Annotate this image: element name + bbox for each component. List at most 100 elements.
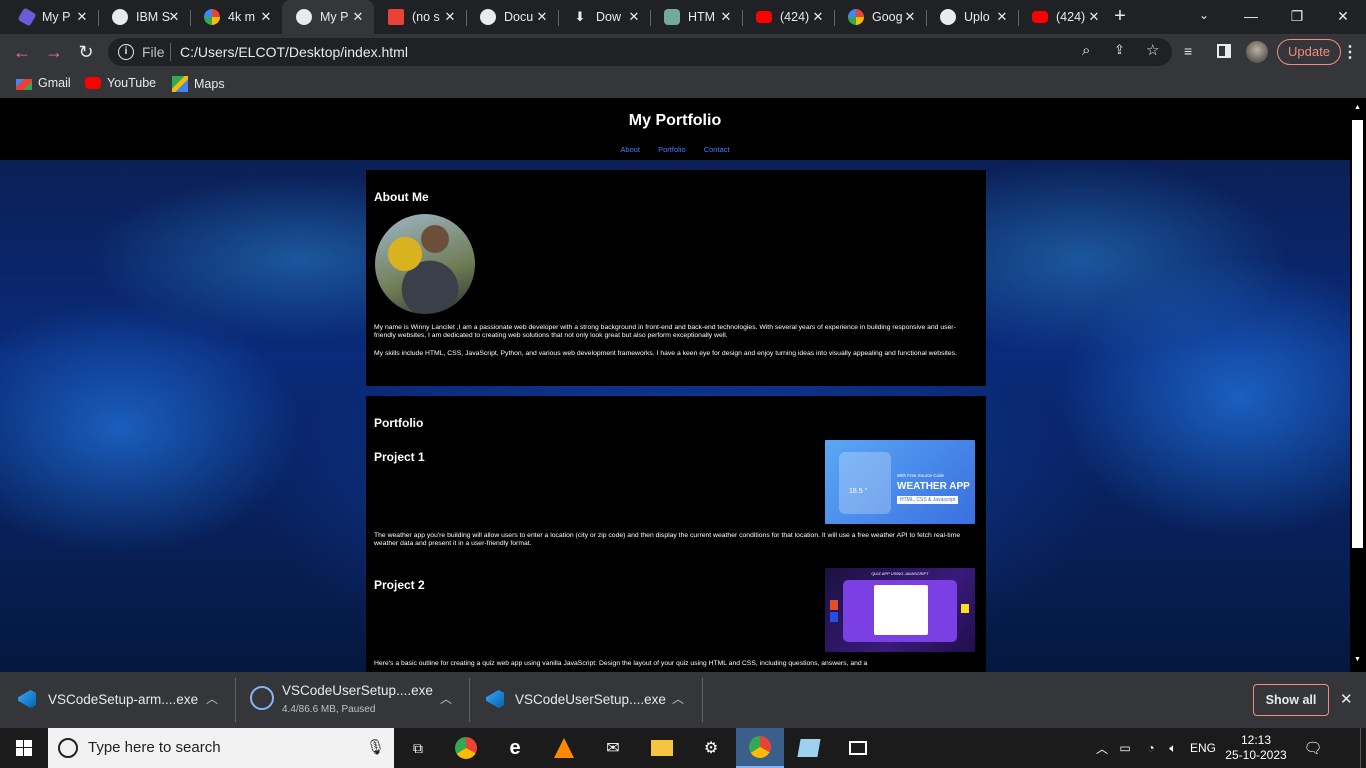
page-scrollbar[interactable]: ▲ ▼ [1350,98,1366,672]
tab-2[interactable]: 4k m ✕ [190,0,282,34]
chrome-icon[interactable] [442,728,490,768]
project-1-image[interactable]: 18.5 ° With Free Source Code WEATHER APP… [825,440,975,524]
microphone-icon[interactable]: 🎙︎ [366,738,385,756]
vlc-icon[interactable] [540,728,588,768]
download-item-3[interactable]: VSCodeUserSetup....exe ︿ [470,672,702,728]
taskbar-search-box[interactable]: Type here to search 🎙︎ [48,728,394,768]
tab-0[interactable]: My P ✕ [6,0,98,34]
forward-arrow-icon[interactable]: → [42,40,66,64]
tab-6[interactable]: ⬇ Dow ✕ [558,0,650,34]
show-all-button[interactable]: Show all [1253,684,1329,716]
tab-10[interactable]: Uplo ✕ [926,0,1018,34]
notepad-app-icon[interactable] [785,728,833,768]
info-icon[interactable]: i [118,44,134,60]
tab-4[interactable]: (no s ✕ [374,0,466,34]
close-icon[interactable]: ✕ [994,9,1010,25]
mail-icon[interactable]: ✉ [589,728,637,768]
nav-link-about[interactable]: About [620,145,640,154]
hexagon-icon [17,7,37,27]
youtube-icon [1032,11,1048,23]
gmail-icon [16,78,32,90]
profile-avatar[interactable] [1246,41,1268,63]
zoom-search-icon[interactable]: ⌕ [1082,42,1090,59]
download-item-2[interactable]: VSCodeUserSetup....exe 4.4/86.6 MB, Paus… [236,672,469,728]
file-explorer-icon[interactable] [638,728,686,768]
bookmark-youtube[interactable]: YouTube [85,76,156,90]
settings-gear-icon[interactable]: ⚙ [687,728,735,768]
search-circle-icon [58,738,78,758]
notifications-icon[interactable]: 🗨︎ [1298,728,1328,768]
image-caption: HTML, CSS & Javascript [897,496,959,504]
bookmark-star-icon[interactable]: ☆ [1146,41,1159,59]
photos-icon[interactable] [834,728,882,768]
wifi-icon[interactable]: ◔ [1140,728,1162,768]
close-shelf-icon[interactable]: ✕ [1340,690,1353,708]
download-filename: VSCodeUserSetup....exe [282,683,433,698]
tab-9[interactable]: Goog ✕ [834,0,926,34]
windows-start-icon[interactable] [0,728,48,768]
youtube-icon [756,11,772,23]
back-arrow-icon[interactable]: ← [10,40,34,64]
chevron-up-icon[interactable]: ︿ [672,690,684,707]
share-icon[interactable]: ⇪ [1114,42,1125,58]
url-text[interactable]: C:/Users/ELCOT/Desktop/index.html [180,44,408,60]
globe-icon [112,9,128,25]
nav-link-portfolio[interactable]: Portfolio [658,145,686,154]
search-placeholder: Type here to search [88,739,221,756]
site-nav: About Portfolio Contact [0,145,1350,154]
tab-search-chevron-icon[interactable]: ⌄ [1196,8,1212,24]
chevron-up-icon[interactable]: ︿ [440,690,452,707]
close-icon[interactable]: ✕ [350,9,366,25]
scroll-thumb[interactable] [1352,120,1363,548]
tab-1[interactable]: IBM S ✕ [98,0,190,34]
tab-5[interactable]: Docu ✕ [466,0,558,34]
scroll-up-icon[interactable]: ▲ [1354,104,1361,111]
update-button[interactable]: Update [1277,39,1341,65]
restore-icon[interactable]: ❐ [1274,0,1320,32]
side-panel-icon[interactable] [1217,44,1231,58]
clock[interactable]: 12:13 25-10-2023 [1222,728,1290,768]
reload-icon[interactable]: ↻ [74,40,98,64]
site-title: My Portfolio [628,112,722,129]
address-bar[interactable]: i File C:/Users/ELCOT/Desktop/index.html… [108,38,1172,66]
new-tab-plus-icon[interactable]: + [1110,6,1130,26]
show-desktop-strip[interactable] [1360,728,1366,768]
close-icon[interactable]: ✕ [902,9,918,25]
close-window-icon[interactable]: ✕ [1320,0,1366,32]
close-icon[interactable]: ✕ [442,9,458,25]
download-item-1[interactable]: VSCodeSetup-arm....exe ︿ [0,672,234,728]
language-indicator[interactable]: ENG [1186,728,1220,768]
tray-chevron-icon[interactable]: ︿ [1092,728,1112,768]
nav-link-contact[interactable]: Contact [704,145,730,154]
close-icon[interactable]: ✕ [74,9,90,25]
chatgpt-icon [664,9,680,25]
about-section: About Me My name is Winny Lancilet ,I am… [366,170,986,386]
menu-kebab-icon[interactable]: ⋮ [1342,42,1358,62]
bookmark-gmail[interactable]: Gmail [16,76,71,90]
battery-icon[interactable]: ▭ [1114,728,1136,768]
tab-title: Uplo [964,10,990,24]
task-view-icon[interactable]: ⧉ [394,728,442,768]
volume-icon[interactable]: 🔈︎ [1162,728,1184,768]
chrome-active-icon[interactable] [736,728,784,768]
tab-3-active[interactable]: My P ✕ [282,0,374,34]
edge-icon[interactable]: e [491,728,539,768]
close-icon[interactable]: ✕ [810,9,826,25]
tab-title: IBM S [136,10,170,24]
project-1-title: Project 1 [374,450,425,464]
tab-11[interactable]: (424) ✕ [1018,0,1110,34]
close-icon[interactable]: ✕ [166,9,182,25]
close-icon[interactable]: ✕ [1086,9,1102,25]
reading-list-icon[interactable]: ≡ [1184,43,1192,59]
close-icon[interactable]: ✕ [534,9,550,25]
close-icon[interactable]: ✕ [258,9,274,25]
tab-8[interactable]: (424) ✕ [742,0,834,34]
project-2-image[interactable]: QUIZ APP USING JAVASCRIPT [825,568,975,652]
scroll-down-icon[interactable]: ▼ [1354,656,1361,663]
chevron-up-icon[interactable]: ︿ [206,690,218,707]
bookmark-maps[interactable]: Maps [172,76,225,92]
tab-7[interactable]: HTM ✕ [650,0,742,34]
minimize-icon[interactable]: — [1228,0,1274,32]
close-icon[interactable]: ✕ [626,9,642,25]
close-icon[interactable]: ✕ [718,9,734,25]
